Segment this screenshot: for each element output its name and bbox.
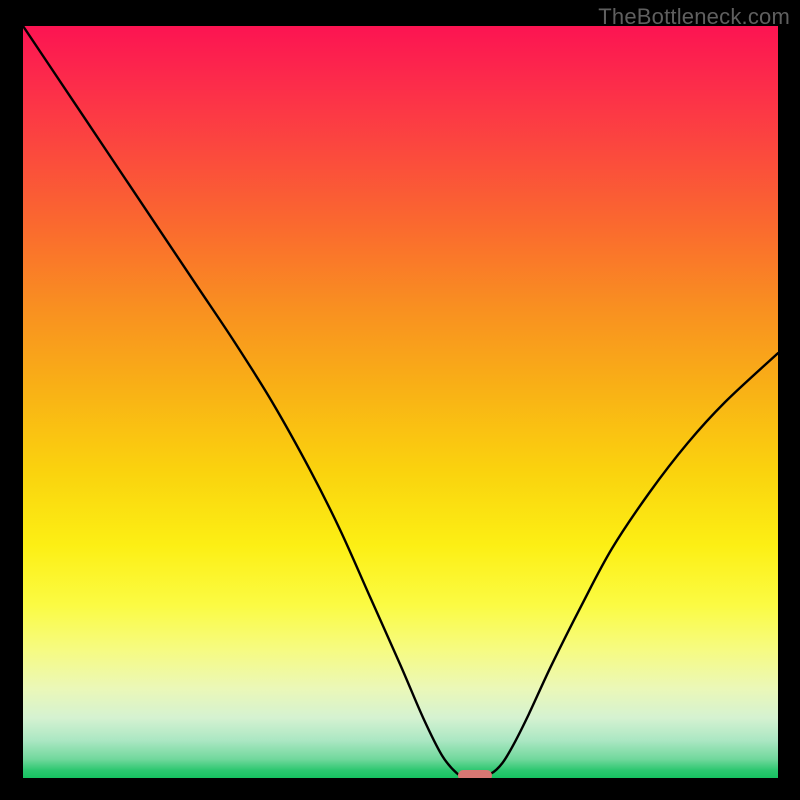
bottleneck-curve	[23, 26, 778, 778]
watermark-text: TheBottleneck.com	[598, 4, 790, 30]
optimum-marker	[458, 770, 492, 778]
chart-frame: TheBottleneck.com	[0, 0, 800, 800]
plot-area	[23, 26, 778, 778]
